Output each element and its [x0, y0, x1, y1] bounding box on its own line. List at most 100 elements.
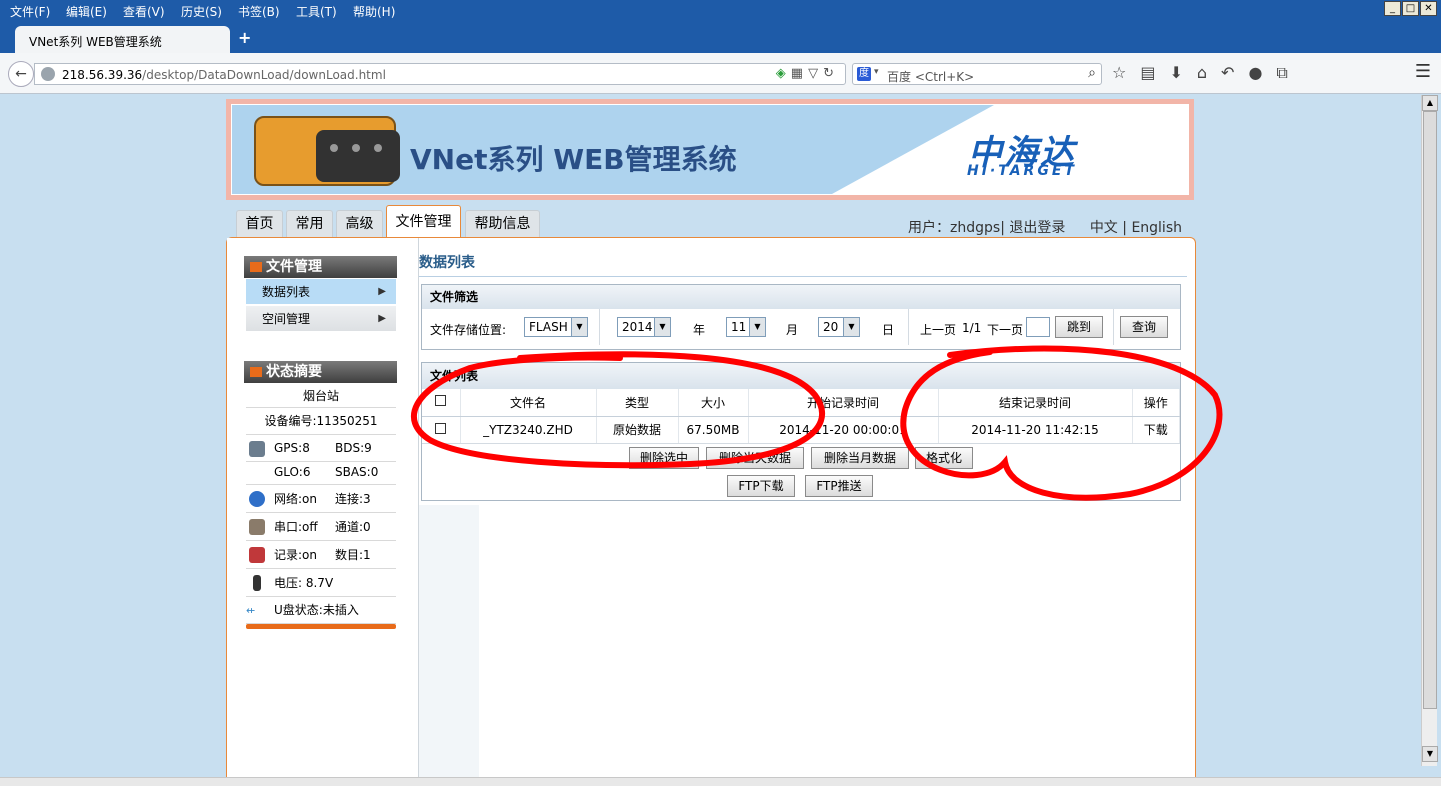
globe-icon: [249, 491, 265, 507]
filter-header: 文件筛选: [422, 285, 1180, 309]
cell-end-time: 2014-11-20 11:42:15: [938, 416, 1133, 444]
lang-cn-link[interactable]: 中文: [1090, 220, 1118, 236]
dropdown-icon[interactable]: ▽: [808, 66, 823, 81]
jump-button[interactable]: 跳到: [1055, 316, 1103, 338]
record-icon: [249, 547, 265, 563]
tab-home[interactable]: 首页: [236, 210, 283, 237]
menu-view[interactable]: 查看(V): [123, 3, 165, 20]
status-bar: [0, 777, 1441, 786]
device-face: [316, 130, 400, 182]
bookmark-star-icon[interactable]: ☆: [1112, 63, 1140, 82]
list-icon: [250, 367, 262, 377]
vertical-scrollbar[interactable]: ▲ ▼: [1421, 95, 1438, 766]
close-icon[interactable]: ✕: [1420, 1, 1437, 16]
menu-help[interactable]: 帮助(H): [353, 3, 395, 20]
delete-selected-button[interactable]: 删除选中: [629, 447, 699, 469]
month-select[interactable]: 11 ▼: [726, 317, 766, 337]
table-header-row: 文件名 类型 大小 开始记录时间 结束记录时间 操作: [422, 389, 1180, 417]
maximize-icon[interactable]: □: [1402, 1, 1419, 16]
status-connections: 连接:3: [335, 492, 371, 506]
download-link[interactable]: 下载: [1132, 416, 1180, 444]
select-all-checkbox[interactable]: [435, 395, 447, 407]
chat-icon[interactable]: ●: [1248, 63, 1276, 82]
scroll-thumb[interactable]: [1423, 111, 1437, 709]
title-divider: [419, 276, 1187, 277]
scroll-down-icon[interactable]: ▼: [1422, 746, 1438, 762]
device-number: 设备编号:11350251: [246, 408, 396, 435]
search-engine-dropdown-icon[interactable]: ▾: [874, 67, 879, 77]
cell-start-time: 2014-11-20 00:00:01: [748, 416, 939, 444]
page-info: 1/1: [962, 321, 982, 335]
menu-tools[interactable]: 工具(T): [296, 3, 337, 20]
ftp-download-button[interactable]: FTP下载: [727, 475, 795, 497]
reading-list-icon[interactable]: ▤: [1140, 63, 1169, 82]
status-row-usb: ⇷ U盘状态:未插入: [246, 597, 396, 624]
menu-bookmarks[interactable]: 书签(B): [238, 3, 280, 20]
col-type: 类型: [596, 389, 679, 417]
browser-navbar: ← 218.56.39.36/desktop/DataDownLoad/down…: [0, 53, 1441, 94]
qrcode-icon[interactable]: ▦: [791, 66, 808, 81]
sidebar-item-label: 空间管理: [262, 312, 311, 326]
url-bar[interactable]: 218.56.39.36/desktop/DataDownLoad/downLo…: [34, 63, 846, 85]
delete-month-button[interactable]: 删除当月数据: [811, 447, 909, 469]
baidu-logo-icon[interactable]: 度: [857, 67, 871, 81]
logout-link[interactable]: 退出登录: [1009, 220, 1065, 236]
sidebar-item-space-management[interactable]: 空间管理 ▶: [246, 306, 396, 332]
search-icon[interactable]: ⌕: [1088, 65, 1096, 81]
row-checkbox[interactable]: [435, 422, 447, 434]
status-serial: 串口:off: [274, 520, 318, 534]
back-button[interactable]: ←: [8, 61, 34, 87]
main-panel: 文件管理 数据列表 ▶ 空间管理 ▶ 状态摘要 烟台站 设备编号:11350251 …: [226, 237, 1196, 786]
menu-edit[interactable]: 编辑(E): [66, 3, 107, 20]
col-action: 操作: [1132, 389, 1180, 417]
status-sbas: SBAS:0: [335, 465, 379, 479]
download-icon[interactable]: ⬇: [1169, 63, 1196, 82]
new-tab-button[interactable]: +: [238, 28, 251, 47]
search-box[interactable]: 度 ▾ 百度 <Ctrl+K> ⌕: [852, 63, 1102, 85]
query-button[interactable]: 查询: [1120, 316, 1168, 338]
hamburger-menu-icon[interactable]: ☰: [1415, 61, 1431, 82]
user-info: 用户：zhdgps| 退出登录 中文 | English: [908, 217, 1182, 237]
list-icon: [250, 262, 262, 272]
prev-page-link[interactable]: 上一页: [920, 321, 956, 338]
menu-history[interactable]: 历史(S): [181, 3, 222, 20]
row-checkbox-cell: [422, 416, 461, 444]
year-select[interactable]: 2014 ▼: [617, 317, 671, 337]
status-summary-title: 状态摘要: [266, 364, 322, 380]
day-select[interactable]: 20 ▼: [818, 317, 860, 337]
browser-tab-title: VNet系列 WEB管理系统: [29, 35, 162, 49]
status-bds: BDS:9: [335, 441, 372, 455]
scroll-up-icon[interactable]: ▲: [1422, 95, 1438, 111]
location-value: FLASH: [529, 320, 568, 334]
home-icon[interactable]: ⌂: [1197, 63, 1221, 82]
browser-tabstrip: VNet系列 WEB管理系统 +: [0, 20, 1441, 53]
page-number-input[interactable]: [1026, 317, 1050, 337]
status-row-serial: 串口:off 通道:0: [246, 513, 396, 541]
reload-icon[interactable]: ↻: [823, 66, 839, 81]
sidebar-item-data-list[interactable]: 数据列表 ▶: [246, 279, 396, 305]
location-select[interactable]: FLASH ▼: [524, 317, 588, 337]
ftp-push-button[interactable]: FTP推送: [805, 475, 873, 497]
lang-en-link[interactable]: English: [1131, 220, 1182, 236]
battery-icon: [253, 575, 261, 591]
tab-help-info[interactable]: 帮助信息: [465, 210, 540, 237]
minimize-icon[interactable]: _: [1384, 1, 1401, 16]
browser-tab[interactable]: VNet系列 WEB管理系统: [15, 26, 230, 53]
day-label: 日: [882, 323, 895, 337]
search-input[interactable]: 百度 <Ctrl+K>: [887, 68, 974, 85]
tab-advanced[interactable]: 高级: [336, 210, 383, 237]
back-arrow-icon: ←: [15, 66, 27, 82]
user-label: 用户：: [908, 220, 950, 236]
page-title: 数据列表: [419, 255, 475, 271]
file-list-header: 文件列表: [422, 363, 1180, 389]
screenshot-icon[interactable]: ⧉: [1276, 63, 1301, 82]
tab-common[interactable]: 常用: [286, 210, 333, 237]
undo-icon[interactable]: ↶: [1221, 63, 1248, 82]
shield-icon[interactable]: ◈: [776, 66, 791, 81]
menu-file[interactable]: 文件(F): [10, 3, 50, 20]
chevron-down-icon: ▼: [843, 318, 859, 336]
next-page-link[interactable]: 下一页: [987, 321, 1023, 338]
format-button[interactable]: 格式化: [915, 447, 973, 469]
tab-file-management[interactable]: 文件管理: [386, 205, 461, 238]
delete-day-button[interactable]: 删除当天数据: [706, 447, 804, 469]
